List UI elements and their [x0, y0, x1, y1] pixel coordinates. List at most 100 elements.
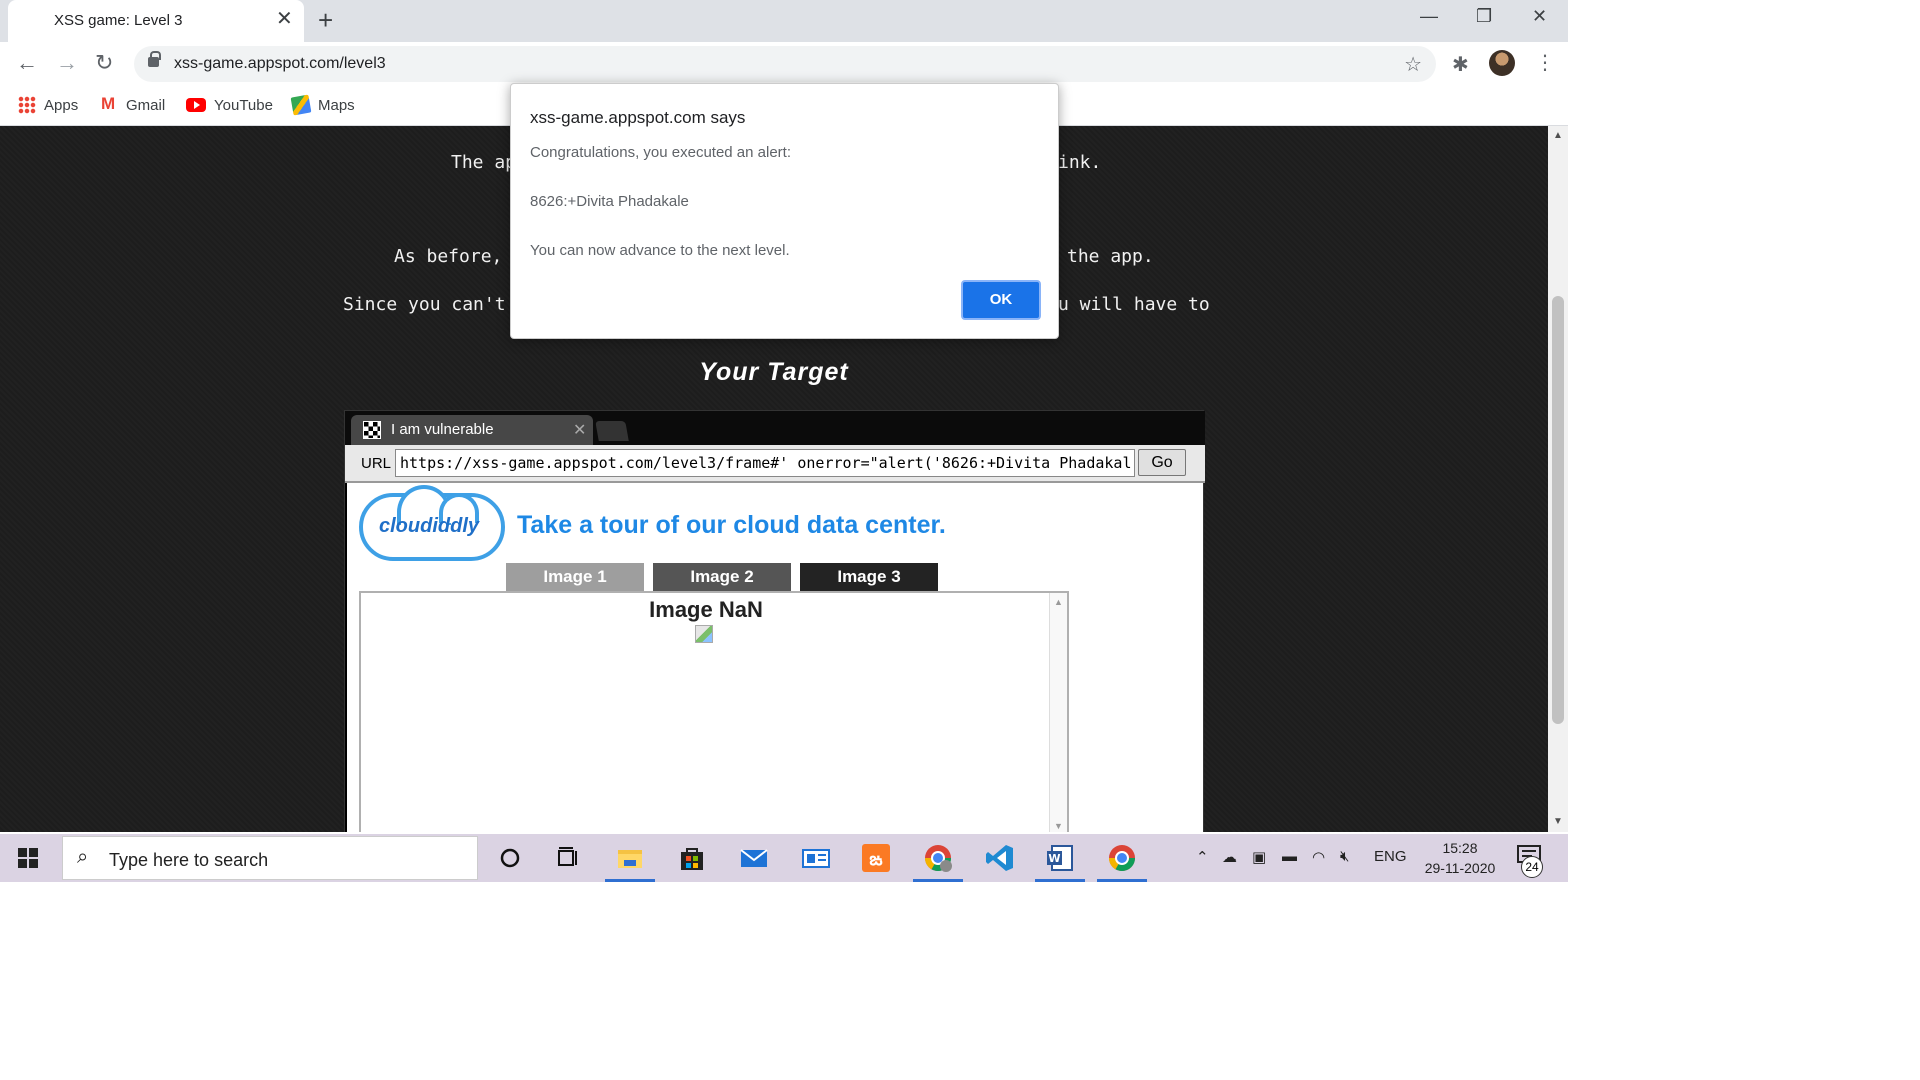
frame-tab-bar: I am vulnerable ✕ [345, 411, 1205, 445]
intro-line-1-right: ink. [1058, 152, 1102, 173]
active-indicator [1097, 879, 1147, 882]
frame-url-bar: URL https://xss-game.appspot.com/level3/… [345, 445, 1205, 483]
scroll-thumb[interactable] [1552, 296, 1564, 724]
battery-icon[interactable]: ▬ [1282, 848, 1297, 865]
alert-message-line: Congratulations, you executed an alert: [530, 144, 791, 161]
broken-image-icon [695, 625, 713, 643]
youtube-icon [186, 98, 206, 112]
bookmark-label: Gmail [126, 96, 166, 114]
image-tab-3[interactable]: Image 3 [800, 563, 938, 591]
back-icon[interactable]: ← [16, 50, 38, 76]
tour-heading: Take a tour of our cloud data center. [517, 511, 946, 539]
word-icon[interactable]: W [1044, 842, 1076, 874]
browser-tab[interactable]: XSS game: Level 3 ✕ [8, 0, 304, 42]
intro-line-1-left: The ap [451, 152, 517, 173]
checkerboard-icon [363, 421, 381, 439]
intro-line-3-left: Since you can't [343, 294, 506, 315]
restore-icon[interactable]: ❐ [1476, 6, 1492, 27]
window-close-icon[interactable]: ✕ [1532, 6, 1547, 27]
svg-text:ఙ: ఙ [869, 849, 882, 870]
page-scrollbar[interactable]: ▲ ▼ [1548, 126, 1568, 832]
mail-icon[interactable] [738, 842, 770, 874]
wifi-icon[interactable]: ◠ [1312, 848, 1325, 866]
new-tab-icon[interactable]: + [318, 6, 333, 34]
taskbar-search-box[interactable]: ⌕ Type here to search [62, 836, 478, 880]
frame-tab-label: I am vulnerable [391, 421, 494, 438]
extensions-icon[interactable]: ✱ [1452, 52, 1469, 77]
logo-text: cloudiddly [379, 515, 479, 537]
minimize-icon[interactable]: — [1420, 6, 1438, 27]
bookmark-label: Maps [318, 96, 355, 114]
windows-start-icon[interactable] [18, 848, 38, 868]
bookmark-label: YouTube [214, 96, 273, 114]
active-indicator [605, 879, 655, 882]
chrome-icon[interactable] [1106, 842, 1138, 874]
scroll-up-icon[interactable]: ▲ [1054, 597, 1063, 607]
bookmark-apps[interactable]: Apps [18, 94, 78, 116]
scroll-down-icon[interactable]: ▼ [1054, 821, 1063, 831]
image-tab-2[interactable]: Image 2 [653, 563, 791, 591]
search-icon: ⌕ [77, 846, 89, 868]
clock-time: 15:28 [1442, 840, 1478, 856]
cortana-icon[interactable] [494, 842, 526, 874]
profile-avatar[interactable] [1489, 50, 1515, 76]
cloudiddly-logo: cloudiddly [359, 483, 509, 563]
windows-taskbar: ⌕ Type here to search ఙ W ⌃ ☁ ▣ ▬ ◠ 🔇︎ E… [0, 834, 1568, 882]
store-icon[interactable] [676, 842, 708, 874]
xampp-icon[interactable]: ఙ [860, 842, 892, 874]
image-heading: Image NaN [649, 597, 763, 622]
active-indicator [913, 879, 963, 882]
address-bar[interactable]: xss-game.appspot.com/level3 ☆ [134, 46, 1436, 82]
scroll-down-icon[interactable]: ▼ [1553, 816, 1563, 827]
frame-body: cloudiddly Take a tour of our cloud data… [347, 483, 1203, 832]
frame-url-input[interactable]: https://xss-game.appspot.com/level3/fram… [395, 449, 1135, 477]
address-url[interactable]: xss-game.appspot.com/level3 [174, 55, 386, 73]
frame-new-tab[interactable] [595, 421, 629, 441]
apps-grid-icon [18, 96, 36, 114]
intro-line-3-right: u will have to [1058, 294, 1210, 315]
active-indicator [1035, 879, 1085, 882]
chrome-menu-icon[interactable]: ⋮ [1535, 50, 1555, 75]
alert-title: xss-game.appspot.com says [530, 108, 746, 127]
onedrive-icon[interactable]: ☁ [1222, 848, 1237, 866]
notification-badge: 24 [1521, 856, 1543, 878]
file-explorer-icon[interactable] [614, 842, 646, 874]
alert-message-line: 8626:+Divita Phadakale [530, 193, 689, 210]
taskbar-search-placeholder: Type here to search [109, 850, 269, 870]
language-indicator[interactable]: ENG [1374, 848, 1407, 865]
reload-icon[interactable]: ↻ [95, 50, 113, 76]
tray-chevron-icon[interactable]: ⌃ [1196, 848, 1209, 866]
frame-go-button[interactable]: Go [1138, 449, 1186, 476]
image-viewer: Image NaN ▲ ▼ [359, 591, 1069, 832]
intro-line-2-right: the app. [1067, 246, 1154, 267]
bookmark-youtube[interactable]: YouTube [186, 94, 273, 116]
tab-strip: XSS game: Level 3 ✕ + — ❐ ✕ [0, 0, 1568, 42]
chrome-profile-icon[interactable] [922, 842, 954, 874]
vscode-icon[interactable] [984, 842, 1016, 874]
intro-line-2-left: As before, [394, 246, 503, 267]
vulnerable-app-frame: I am vulnerable ✕ URL https://xss-game.a… [344, 410, 1205, 832]
bookmark-gmail[interactable]: Gmail [100, 94, 165, 116]
image-tab-1[interactable]: Image 1 [506, 563, 644, 591]
tab-title: XSS game: Level 3 [54, 12, 183, 29]
maps-icon [290, 94, 312, 116]
bookmark-star-icon[interactable]: ☆ [1404, 52, 1422, 77]
frame-tab-close-icon[interactable]: ✕ [573, 420, 586, 440]
browser-toolbar: ← → ↻ xss-game.appspot.com/level3 ☆ ✱ ⋮ [0, 42, 1568, 86]
frame-tab[interactable]: I am vulnerable ✕ [351, 415, 593, 445]
news-app-icon[interactable] [800, 842, 832, 874]
volume-muted-icon[interactable]: 🔇︎ [1340, 848, 1349, 865]
tray-app-icon[interactable]: ▣ [1252, 848, 1266, 866]
alert-ok-button[interactable]: OK [961, 280, 1041, 320]
viewer-scrollbar[interactable]: ▲ ▼ [1049, 593, 1067, 832]
clock-date: 29-11-2020 [1424, 860, 1496, 876]
alert-message-line: You can now advance to the next level. [530, 242, 790, 259]
task-view-icon[interactable] [552, 842, 584, 874]
frame-url-label: URL [361, 455, 392, 472]
scroll-up-icon[interactable]: ▲ [1553, 130, 1563, 141]
forward-icon[interactable]: → [56, 50, 78, 76]
tab-close-icon[interactable]: ✕ [276, 8, 293, 30]
bookmark-maps[interactable]: Maps [290, 94, 355, 116]
svg-text:W: W [1048, 852, 1060, 865]
taskbar-clock[interactable]: 15:28 29-11-2020 [1410, 838, 1510, 878]
